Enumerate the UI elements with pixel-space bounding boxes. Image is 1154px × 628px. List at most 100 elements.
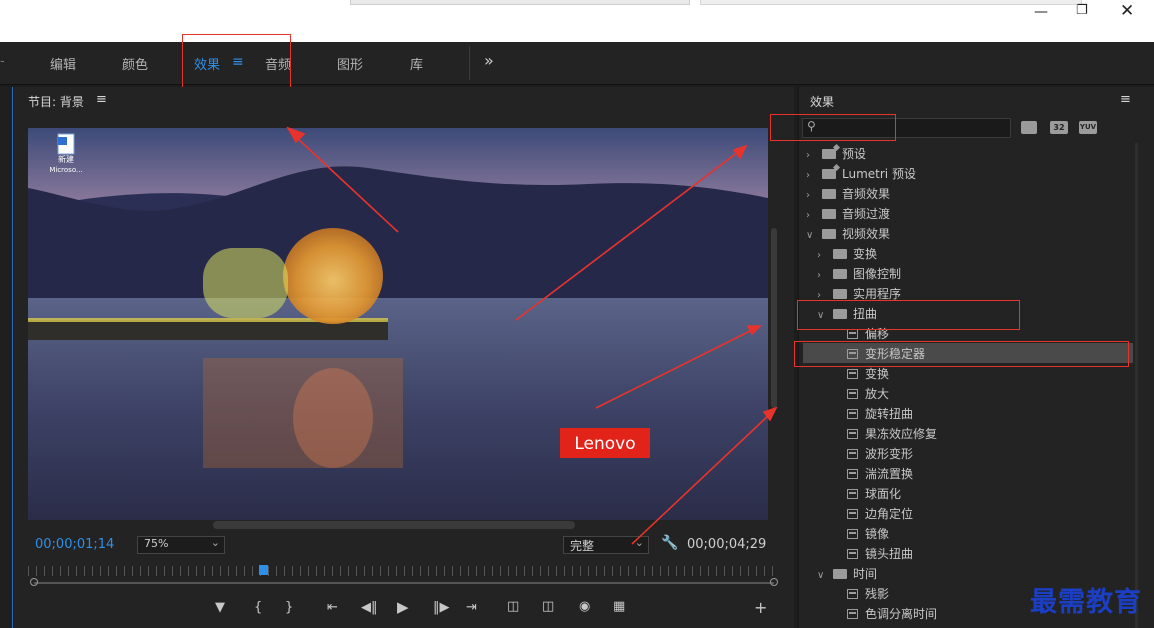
yuv-effects-icon[interactable]: YUV [1079,121,1097,134]
folder-icon [833,268,847,279]
go-to-out-icon[interactable]: ⇥ [466,600,477,615]
effect-item[interactable]: 残影 [847,585,889,605]
effect-folder[interactable]: › 预设 [806,145,866,165]
tree-item-label: 残影 [865,587,890,601]
wrench-icon[interactable]: 🔧 [661,535,678,551]
chevron-right-icon[interactable]: › [806,150,816,161]
chevron-right-icon[interactable]: › [806,210,816,221]
tree-item-label: 音频过渡 [842,207,891,221]
lift-icon[interactable]: ◫ [507,599,519,614]
tab-edit[interactable]: 编辑 [50,54,76,73]
effect-folder[interactable]: › 音频过渡 [806,205,890,225]
effect-folder[interactable]: › 图像控制 [817,265,901,285]
effect-icon [847,548,858,559]
extract-icon[interactable]: ◫ [542,599,554,614]
effect-item[interactable]: 果冻效应修复 [847,425,937,445]
add-button-icon[interactable]: + [754,598,767,617]
restore-icon[interactable]: ❐ [1076,3,1088,18]
effect-folder[interactable]: ∨ 时间 [817,565,877,585]
tab-color[interactable]: 颜色 [122,54,148,73]
effect-item[interactable]: 湍流置换 [847,465,913,485]
tree-item-label: 果冻效应修复 [865,427,938,441]
dialog-edge [350,0,690,5]
tree-item-label: 变换 [853,247,878,261]
chevron-down-icon: ⌄ [634,536,644,549]
orange-reflection [293,368,373,468]
effect-item[interactable]: 边角定位 [847,505,913,525]
playback-track[interactable] [34,582,774,584]
tree-item-label: 波形变形 [865,447,914,461]
workspace-overflow-icon[interactable]: » [484,51,494,70]
dialog-edge-2 [700,0,1082,5]
panel-menu-icon[interactable]: ≡ [96,92,107,107]
effect-item[interactable]: 色调分离时间 [847,605,937,625]
folder-icon [833,248,847,259]
go-to-in-icon[interactable]: ⇤ [327,600,338,615]
step-forward-icon[interactable]: ‖▶ [433,600,450,615]
program-monitor-title: 节目: 背景 [28,95,84,109]
effect-item[interactable]: 镜头扭曲 [847,545,913,565]
effect-icon [847,428,858,439]
effect-item[interactable]: 放大 [847,385,889,405]
effect-icon [847,388,858,399]
effects-panel-title: 效果 [810,95,835,109]
32bit-effects-icon[interactable]: 32 [1050,121,1068,134]
tree-item-label: 变换 [865,367,890,381]
step-back-icon[interactable]: ◀‖ [361,600,378,615]
mark-in-icon[interactable]: { [254,600,262,615]
compare-view-icon[interactable]: ▦ [613,599,625,614]
effect-icon [847,528,858,539]
effect-item[interactable]: 变换 [847,365,889,385]
marker-icon[interactable]: ▼ [215,600,225,615]
time-ruler[interactable] [28,566,776,576]
zoom-select[interactable]: 75% ⌄ [137,536,225,554]
out-point-handle[interactable] [770,578,778,586]
close-icon[interactable]: ✕ [1120,1,1134,21]
effect-folder[interactable]: › 变换 [817,245,877,265]
tree-item-label: 旋转扭曲 [865,407,914,421]
mark-out-icon[interactable]: } [285,600,293,615]
tab-divider [469,46,470,80]
accelerated-effects-icon[interactable] [1021,121,1037,134]
effect-icon [847,368,858,379]
tree-item-label: 预设 [842,147,867,161]
effect-item[interactable]: 镜像 [847,525,889,545]
effect-folder[interactable]: › 音频效果 [806,185,890,205]
chevron-down-icon[interactable]: ∨ [806,230,816,241]
tree-item-label: 湍流置换 [865,467,914,481]
effect-icon [847,468,858,479]
tree-item-label: 放大 [865,387,890,401]
effects-menu-icon[interactable]: ≡ [1120,92,1131,107]
effect-icon [847,588,858,599]
in-point-handle[interactable] [30,578,38,586]
video-scene: 新建 Microso... Lenovo [28,128,768,520]
chevron-right-icon[interactable]: › [817,250,827,261]
tab-libraries[interactable]: 库 [410,54,423,73]
effect-folder[interactable]: › Lumetri 预设 [806,165,916,185]
play-icon[interactable]: ▶ [397,598,409,616]
chevron-down-icon: ⌄ [210,536,220,549]
playhead[interactable] [259,565,268,575]
desktop-icon-label: 新建 [58,154,74,164]
effect-item[interactable]: 旋转扭曲 [847,405,913,425]
effects-scrollbar[interactable] [1135,143,1138,628]
zoom-value: 75% [144,537,169,550]
quality-select[interactable]: 完整 ⌄ [563,536,649,554]
horizontal-scrollbar[interactable] [213,521,575,529]
camera-icon[interactable]: ◉ [579,599,590,614]
chevron-right-icon[interactable]: › [817,270,827,281]
tree-item-label: 视频效果 [842,227,891,241]
annotation-box-warp-stabilizer [794,341,1129,367]
effect-folder[interactable]: ∨ 视频效果 [806,225,890,245]
chevron-down-icon[interactable]: ∨ [817,570,827,581]
bubble-tent-orange [283,228,383,324]
effect-item[interactable]: 波形变形 [847,445,913,465]
chevron-right-icon[interactable]: › [806,190,816,201]
minimize-icon[interactable]: — [1034,4,1048,20]
chevron-right-icon[interactable]: › [806,170,816,181]
current-timecode[interactable]: 00;00;01;14 [35,537,114,552]
effect-item[interactable]: 球面化 [847,485,901,505]
vertical-scrollbar[interactable] [771,228,777,408]
tab-graphics[interactable]: 图形 [337,54,363,73]
window-title-bar: — ❐ ✕ [0,0,1154,42]
